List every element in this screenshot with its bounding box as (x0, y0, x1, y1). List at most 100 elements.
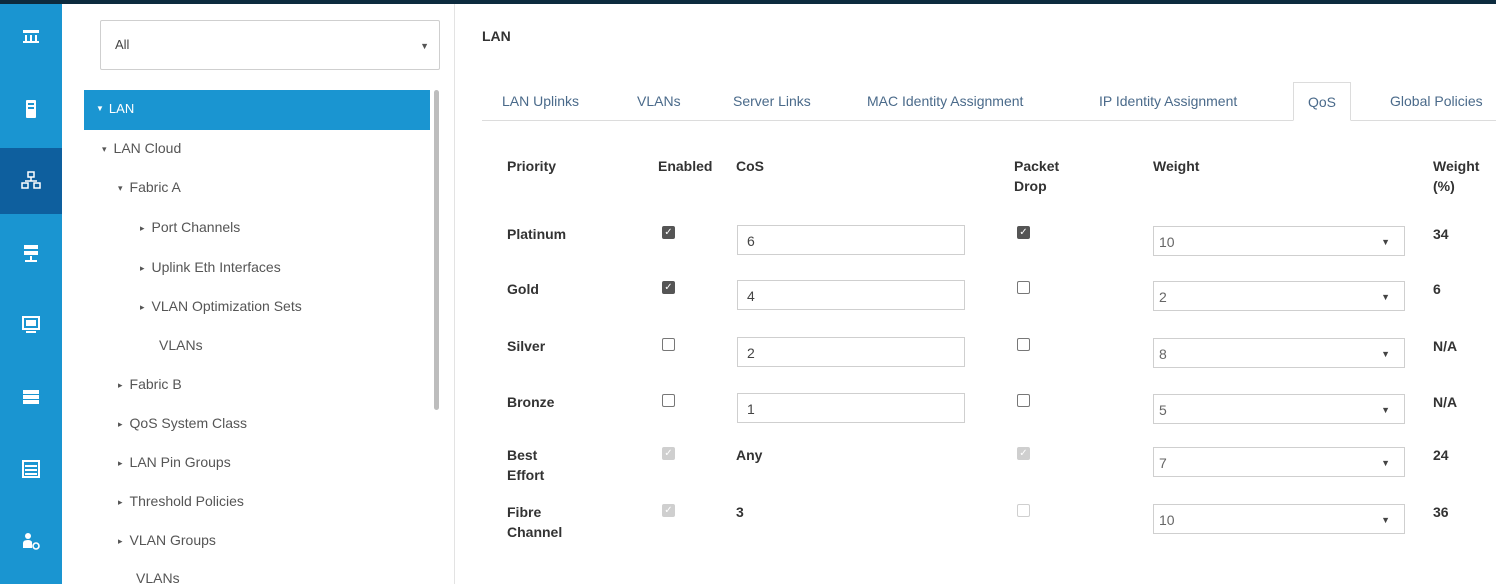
tree-item-label: Port Channels (151, 219, 241, 235)
weight-select[interactable]: 5 ▼ (1153, 394, 1405, 424)
tree-item-label: VLAN Groups (129, 532, 216, 548)
tab-qos[interactable]: QoS (1293, 82, 1352, 121)
cos-input[interactable]: 2 (737, 337, 965, 367)
tab-lan-uplinks[interactable]: LAN Uplinks (502, 82, 579, 120)
expand-arrow-icon: ▸ (118, 536, 123, 546)
weight-select[interactable]: 8 ▼ (1153, 338, 1405, 368)
chevron-down-icon: ▼ (1381, 237, 1390, 247)
equipment-icon[interactable] (0, 4, 62, 70)
tree-item-label: Fabric B (129, 376, 182, 392)
tree-item-label: QoS System Class (129, 415, 248, 431)
tab-vlans[interactable]: VLANs (637, 82, 681, 120)
tree-item-fabric-b[interactable]: ▸ Fabric B (118, 376, 182, 392)
weight-select[interactable]: 7 ▼ (1153, 447, 1405, 477)
cos-input[interactable]: 4 (737, 280, 965, 310)
tree-item-label: VLAN Optimization Sets (151, 298, 302, 314)
main-content: LAN LAN Uplinks VLANs Server Links MAC I… (455, 4, 1496, 584)
tree-item-vlan-groups[interactable]: ▸ VLAN Groups (118, 532, 216, 548)
tree-item-port-channels[interactable]: ▸ Port Channels (140, 219, 240, 235)
row-priority-label: Silver (507, 338, 546, 354)
header-weight-pct: Weight (%) (1433, 158, 1480, 194)
chevron-down-icon: ▼ (1381, 349, 1390, 359)
weight-select-value: 8 (1159, 346, 1167, 362)
tree-item-label: VLANs (159, 337, 203, 353)
expand-arrow-icon: ▸ (140, 223, 145, 233)
chevron-down-icon: ▼ (1381, 292, 1390, 302)
row-priority-label: Bronze (507, 394, 555, 410)
tree-item-label: LAN Cloud (113, 140, 182, 156)
weight-select-value: 7 (1159, 455, 1167, 471)
enabled-checkbox[interactable]: ✓ (662, 226, 675, 239)
weight-pct-value: 24 (1433, 447, 1449, 463)
collapse-arrow-icon: ▾ (118, 183, 123, 193)
enabled-checkbox: ✓ (662, 504, 675, 517)
lan-icon[interactable] (0, 148, 62, 214)
tree-item-label: LAN Pin Groups (129, 454, 231, 470)
weight-select[interactable]: 2 ▼ (1153, 281, 1405, 311)
weight-pct-value: 36 (1433, 504, 1449, 520)
tree-item-lan-cloud[interactable]: ▾ LAN Cloud (102, 140, 181, 156)
nav-rail (0, 4, 62, 584)
tab-server-links[interactable]: Server Links (733, 82, 811, 120)
tree-item-lan-pin-groups[interactable]: ▸ LAN Pin Groups (118, 454, 231, 470)
tab-mac-identity-assignment[interactable]: MAC Identity Assignment (867, 82, 1023, 120)
admin-icon[interactable] (0, 508, 62, 574)
enabled-checkbox[interactable] (662, 338, 675, 351)
header-packet-drop: Packet Drop (1014, 158, 1060, 194)
packet-drop-checkbox[interactable] (1017, 338, 1030, 351)
tree-item-vlan-optimization-sets[interactable]: ▸ VLAN Optimization Sets (140, 298, 302, 314)
cos-value: 3 (736, 504, 744, 520)
tree-item-vlans[interactable]: VLANs (159, 337, 203, 353)
header-cos: CoS (736, 158, 764, 174)
enabled-checkbox[interactable]: ✓ (662, 281, 675, 294)
navigation-panel: All ▼ ▼ LAN ▾ LAN Cloud ▾ Fabric A ▸ Port Ch… (62, 4, 455, 586)
tree-item-label: LAN (108, 101, 135, 116)
packet-drop-checkbox[interactable]: ✓ (1017, 226, 1030, 239)
servers-icon[interactable] (0, 76, 62, 142)
weight-select-value: 10 (1159, 512, 1175, 528)
weight-pct-value: 34 (1433, 226, 1449, 242)
expand-arrow-icon: ▸ (140, 302, 145, 312)
tab-ip-identity-assignment[interactable]: IP Identity Assignment (1099, 82, 1237, 120)
tree-item-label: Threshold Policies (129, 493, 244, 509)
nav-scrollbar[interactable] (434, 90, 439, 410)
cos-input[interactable]: 6 (737, 225, 965, 255)
row-priority-label: Gold (507, 281, 539, 297)
expand-arrow-icon: ▼ (96, 104, 104, 113)
tab-global-policies[interactable]: Global Policies (1390, 82, 1483, 120)
row-priority-label: Fibre Channel (507, 504, 563, 540)
tree-item-lan[interactable]: ▼ LAN (84, 90, 430, 130)
enabled-checkbox: ✓ (662, 447, 675, 460)
enabled-checkbox[interactable] (662, 394, 675, 407)
expand-arrow-icon: ▸ (140, 263, 145, 273)
chevron-down-icon: ▼ (420, 41, 429, 51)
storage-icon[interactable] (0, 364, 62, 430)
tree-item-fabric-a[interactable]: ▾ Fabric A (118, 179, 181, 195)
weight-select[interactable]: 10 ▼ (1153, 504, 1405, 534)
tree-item-threshold-policies[interactable]: ▸ Threshold Policies (118, 493, 244, 509)
tree-item-uplink-eth-interfaces[interactable]: ▸ Uplink Eth Interfaces (140, 259, 281, 275)
nav-filter-dropdown[interactable]: All ▼ (100, 20, 440, 70)
weight-select-value: 10 (1159, 234, 1175, 250)
packet-drop-checkbox: ✓ (1017, 447, 1030, 460)
chassis-icon[interactable] (0, 436, 62, 502)
weight-select-value: 2 (1159, 289, 1167, 305)
tab-bar: LAN Uplinks VLANs Server Links MAC Ident… (482, 82, 1496, 121)
expand-arrow-icon: ▸ (118, 380, 123, 390)
chevron-down-icon: ▼ (1381, 515, 1390, 525)
cos-value: Any (736, 447, 763, 463)
nav-filter-value: All (115, 37, 130, 52)
chevron-down-icon: ▼ (1381, 405, 1390, 415)
packet-drop-checkbox[interactable] (1017, 281, 1030, 294)
row-priority-label: Best Effort (507, 447, 545, 483)
tree-item-qos-system-class[interactable]: ▸ QoS System Class (118, 415, 247, 431)
expand-arrow-icon: ▸ (118, 419, 123, 429)
packet-drop-checkbox[interactable] (1017, 394, 1030, 407)
weight-select[interactable]: 10 ▼ (1153, 226, 1405, 256)
san-icon[interactable] (0, 220, 62, 286)
header-weight: Weight (1153, 158, 1200, 174)
cos-input[interactable]: 1 (737, 393, 965, 423)
weight-select-value: 5 (1159, 402, 1167, 418)
row-priority-label: Platinum (507, 226, 567, 242)
vm-icon[interactable] (0, 292, 62, 358)
